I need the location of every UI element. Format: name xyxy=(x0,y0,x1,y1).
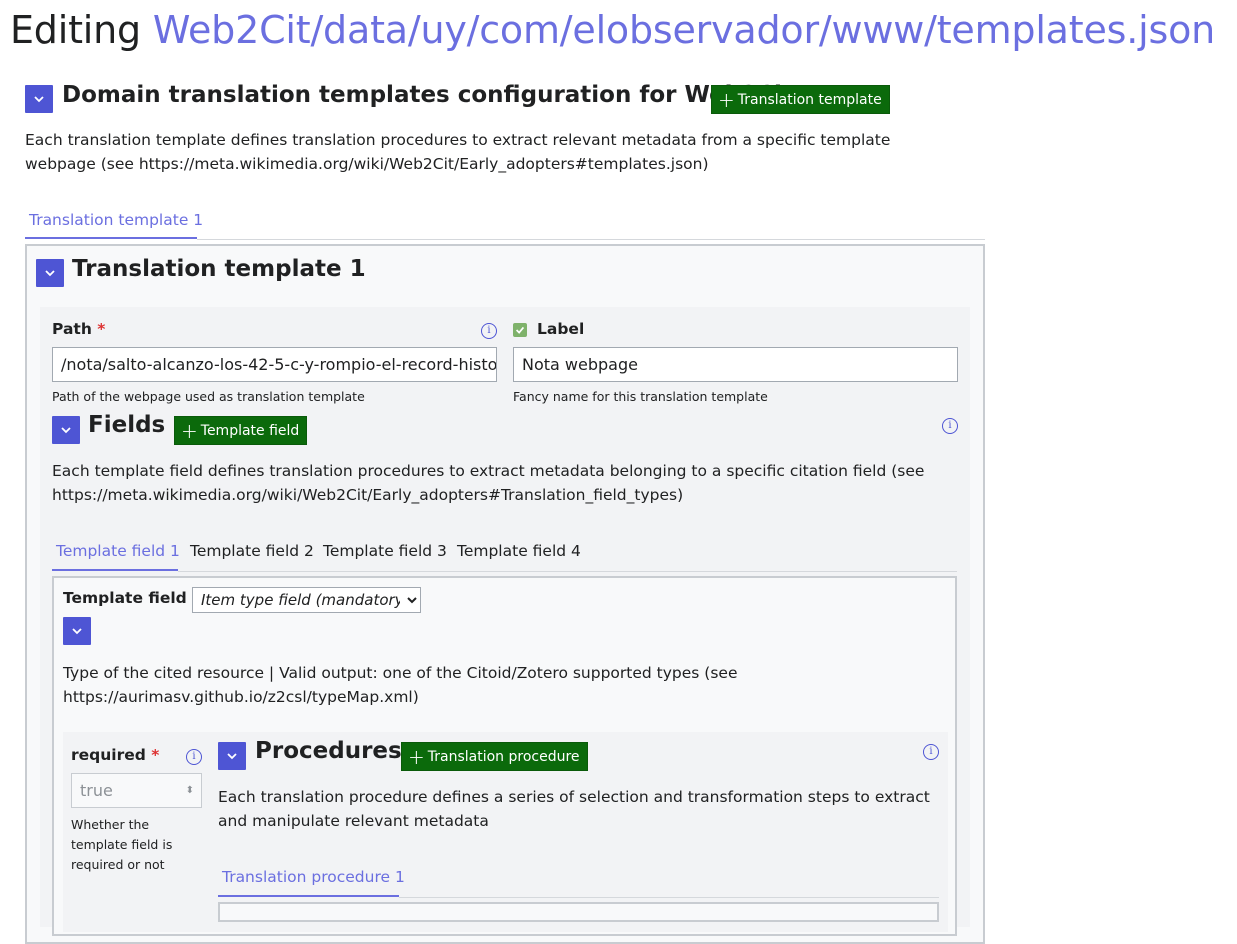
path-label: Path * xyxy=(52,320,106,338)
tab-template-field-1[interactable]: Template field 1 xyxy=(56,542,180,560)
field-description: Type of the cited resource | Valid outpu… xyxy=(63,664,738,706)
tab-active-indicator xyxy=(25,237,197,239)
required-help: Whether the template field is required o… xyxy=(71,817,173,872)
template-field-label: Template field 1 xyxy=(63,589,203,607)
add-template-field-button[interactable]: + Template field xyxy=(174,416,308,445)
template-collapse-button[interactable] xyxy=(36,259,64,287)
procedures-info-icon[interactable]: i xyxy=(923,744,939,760)
translation-procedure-panel xyxy=(218,902,939,922)
tab-translation-procedure-1[interactable]: Translation procedure 1 xyxy=(222,868,405,886)
required-marker: * xyxy=(151,746,160,764)
tab-template-field-2[interactable]: Template field 2 xyxy=(190,542,314,560)
domain-description: Each translation template defines transl… xyxy=(25,131,891,173)
procedure-tab-active-indicator xyxy=(218,895,399,897)
chevron-down-icon xyxy=(34,96,44,103)
tab-template-field-4[interactable]: Template field 4 xyxy=(457,542,581,560)
fields-heading: Fields xyxy=(88,412,166,438)
path-info-icon[interactable]: i xyxy=(481,323,497,339)
required-info-icon[interactable]: i xyxy=(186,749,202,765)
field-tabs-divider xyxy=(178,571,957,572)
fields-collapse-button[interactable] xyxy=(52,416,80,444)
add-translation-template-button[interactable]: + Translation template xyxy=(711,85,890,114)
plus-icon: + xyxy=(408,744,425,769)
page-title: Editing Web2Cit/data/uy/com/elobservador… xyxy=(10,8,1215,52)
required-label: required * xyxy=(71,746,160,764)
procedure-tabs-divider xyxy=(399,897,939,898)
fields-info-icon[interactable]: i xyxy=(942,418,958,434)
field-type-select[interactable]: Item type field (mandatory) xyxy=(192,587,421,613)
title-prefix: Editing xyxy=(10,8,153,52)
add-translation-template-label: Translation template xyxy=(737,91,882,108)
plus-icon: + xyxy=(181,418,198,443)
fields-description: Each template field defines translation … xyxy=(52,462,925,504)
label-input[interactable]: Nota webpage xyxy=(513,347,958,382)
add-template-field-label: Template field xyxy=(200,422,300,439)
required-marker: * xyxy=(97,320,106,338)
label-label: Label xyxy=(537,320,585,338)
add-translation-procedure-button[interactable]: + Translation procedure xyxy=(401,742,588,771)
field-tab-active-indicator xyxy=(52,569,178,571)
tabs-divider xyxy=(197,239,985,240)
chevron-down-icon xyxy=(72,628,82,635)
field-collapse-button[interactable] xyxy=(63,617,91,645)
tab-template-field-3[interactable]: Template field 3 xyxy=(323,542,447,560)
chevron-down-icon xyxy=(227,753,237,760)
domain-collapse-button[interactable] xyxy=(25,85,53,113)
chevron-down-icon xyxy=(45,270,55,277)
procedures-collapse-button[interactable] xyxy=(218,742,246,770)
label-checkbox[interactable] xyxy=(513,323,527,337)
tab-translation-template-1[interactable]: Translation template 1 xyxy=(29,211,203,229)
label-help: Fancy name for this translation template xyxy=(513,389,768,404)
add-translation-procedure-label: Translation procedure xyxy=(427,748,580,765)
procedures-heading: Procedures xyxy=(255,738,402,764)
check-icon xyxy=(515,326,525,334)
chevron-down-icon xyxy=(61,427,71,434)
select-arrows-icon: ⬍ xyxy=(185,785,194,796)
plus-icon: + xyxy=(718,87,735,112)
procedures-description: Each translation procedure defines a ser… xyxy=(218,788,930,830)
path-input[interactable]: /nota/salto-alcanzo-los-42-5-c-y-rompio-… xyxy=(52,347,497,382)
domain-heading: Domain translation templates configurati… xyxy=(62,82,793,108)
title-link[interactable]: Web2Cit/data/uy/com/elobservador/www/tem… xyxy=(153,8,1215,52)
required-select[interactable]: true ⬍ xyxy=(71,773,202,808)
template-heading: Translation template 1 xyxy=(72,256,366,282)
path-help: Path of the webpage used as translation … xyxy=(52,389,365,404)
